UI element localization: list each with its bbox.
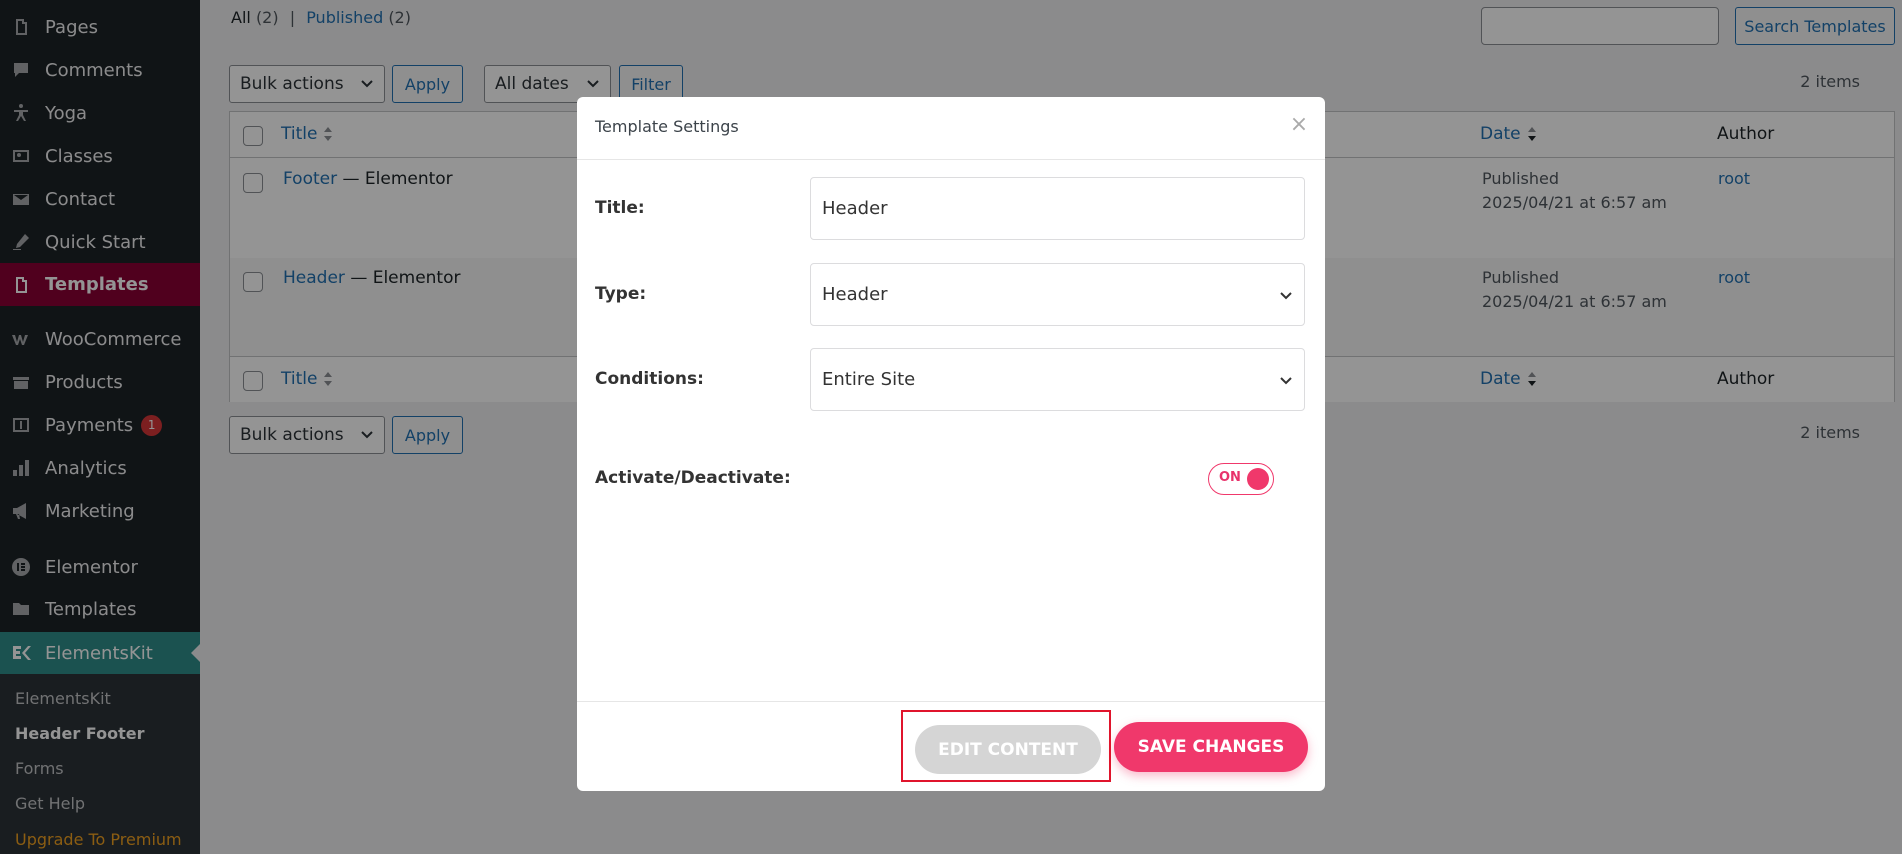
title-label: Title:: [595, 198, 645, 218]
edit-content-highlight-box: [901, 710, 1111, 782]
chevron-down-icon: [1280, 377, 1292, 385]
modal-header: Template Settings ×: [577, 97, 1325, 160]
toggle-knob: [1247, 468, 1269, 490]
activate-toggle[interactable]: ON: [1208, 463, 1274, 495]
modal-title: Template Settings: [595, 117, 739, 136]
type-select[interactable]: Header: [810, 263, 1305, 326]
conditions-label: Conditions:: [595, 369, 704, 389]
type-label: Type:: [595, 284, 647, 304]
template-settings-modal: Template Settings × Title: Header Type: …: [577, 97, 1325, 791]
close-icon[interactable]: ×: [1289, 114, 1309, 136]
save-changes-button[interactable]: SAVE CHANGES: [1114, 722, 1308, 772]
conditions-select[interactable]: Entire Site: [810, 348, 1305, 411]
title-input[interactable]: Header: [810, 177, 1305, 240]
chevron-down-icon: [1280, 292, 1292, 300]
activate-label: Activate/Deactivate:: [595, 468, 791, 488]
